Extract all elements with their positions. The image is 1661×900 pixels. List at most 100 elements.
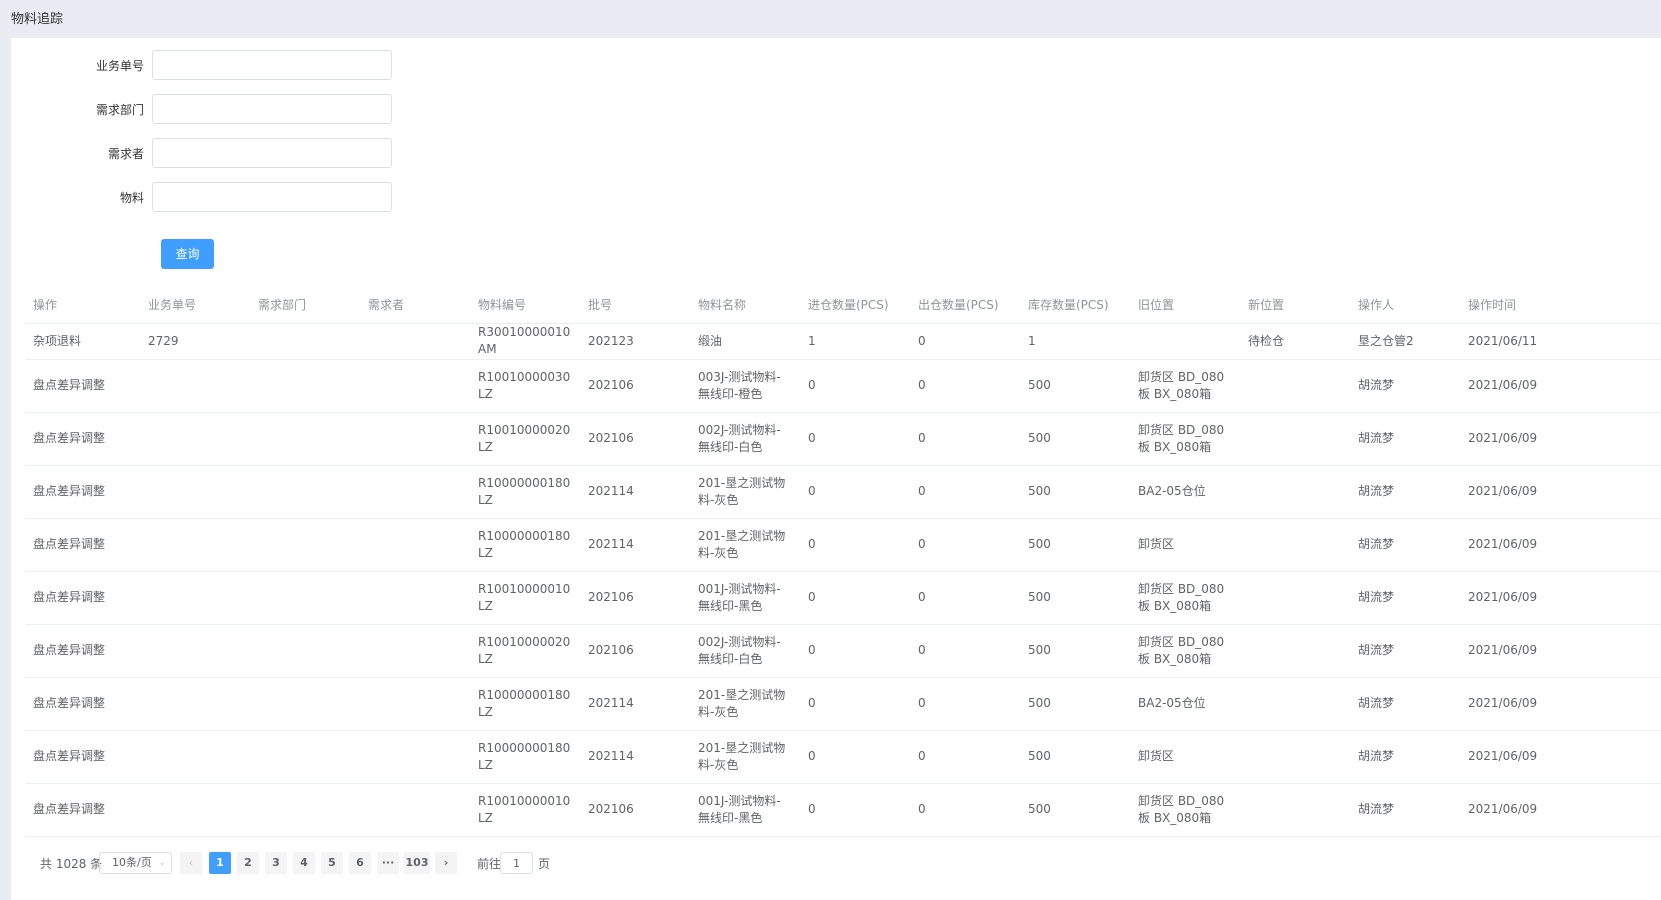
column-header: 操作时间: [1460, 287, 1661, 324]
table-cell: 0: [910, 359, 1020, 413]
table-cell: 003J-测试物料-無线印-橙色: [690, 359, 800, 413]
table-cell: 0: [910, 730, 1020, 784]
page-title: 物料追踪: [11, 12, 64, 27]
table-cell: 0: [910, 412, 1020, 466]
table-row: 盘点差异调整 R10010000010LZ 202106 001J-测试物料-無线印-…: [25, 571, 1661, 625]
table-cell: 卸货区 BD_080板 BX_080箱: [1130, 571, 1240, 625]
table-cell: [250, 624, 360, 678]
table-cell: 0: [910, 571, 1020, 625]
table-row: 盘点差异调整 R10010000010LZ 202106 001J-测试物料-無线印-…: [25, 783, 1661, 837]
table-cell: [140, 677, 250, 731]
column-header: 需求者: [360, 287, 470, 324]
table-cell: 001J-测试物料-無线印-黑色: [690, 783, 800, 837]
table-cell: 0: [800, 359, 910, 413]
requester-input[interactable]: [152, 138, 392, 168]
table-cell: 1: [1020, 323, 1130, 360]
table-cell: 002J-测试物料-無线印-白色: [690, 412, 800, 466]
main-panel: 业务单号 需求部门 需求者 物料 查询 操作 业务单号 需求部门 需求者 物料编…: [11, 38, 1661, 900]
table-row: 杂项退料 2729 R30010000010AM 202123 缎油 1 0 1 待检仓 垦之仓管…: [25, 323, 1661, 360]
table-cell: 201-垦之测试物料-灰色: [690, 730, 800, 784]
page-button-103[interactable]: 103: [404, 852, 430, 874]
material-input[interactable]: [152, 182, 392, 212]
table-row: 盘点差异调整 R10010000020LZ 202106 002J-测试物料-無线印-…: [25, 624, 1661, 678]
goto-unit: 页: [538, 857, 551, 871]
table-cell: 盘点差异调整: [25, 571, 140, 625]
table-cell: 胡流梦: [1350, 518, 1460, 572]
page-button-3[interactable]: 3: [265, 852, 287, 874]
table-cell: [250, 465, 360, 519]
tracking-table: 操作 业务单号 需求部门 需求者 物料编号 批号 物料名称 进仓数量(PCS) …: [25, 287, 1661, 837]
table-row: 盘点差异调整 R10000000180LZ 202114 201-垦之测试物料-灰色 0…: [25, 677, 1661, 731]
table-cell: 201-垦之测试物料-灰色: [690, 677, 800, 731]
table-cell: [250, 730, 360, 784]
table-cell: 盘点差异调整: [25, 730, 140, 784]
table-cell: [140, 465, 250, 519]
table-cell: R10000000180LZ: [470, 677, 580, 731]
page-button-1[interactable]: 1: [209, 852, 231, 874]
table-cell: 2021/06/09: [1460, 677, 1661, 731]
table-cell: 202114: [580, 677, 690, 731]
table-cell: R10000000180LZ: [470, 518, 580, 572]
table-cell: 0: [910, 677, 1020, 731]
table-cell: 垦之仓管2: [1350, 323, 1460, 360]
goto-page-input[interactable]: [500, 852, 533, 874]
table-cell: 2021/06/09: [1460, 518, 1661, 572]
table-cell: [250, 783, 360, 837]
table-cell: [360, 783, 470, 837]
table-cell: 500: [1020, 783, 1130, 837]
next-page-button[interactable]: ›: [435, 852, 457, 874]
table-cell: 2021/06/09: [1460, 783, 1661, 837]
department-input[interactable]: [152, 94, 392, 124]
table-cell: 001J-测试物料-無线印-黑色: [690, 571, 800, 625]
table-row: 盘点差异调整 R10000000180LZ 202114 201-垦之测试物料-灰色 0…: [25, 730, 1661, 784]
table-cell: 202106: [580, 412, 690, 466]
material-label: 物料: [119, 190, 144, 205]
table-cell: 0: [910, 465, 1020, 519]
query-button[interactable]: 查询: [161, 239, 214, 269]
table-cell: [360, 412, 470, 466]
table-cell: BA2-05仓位: [1130, 465, 1240, 519]
table-cell: [1240, 518, 1350, 572]
table-cell: R10010000020LZ: [470, 624, 580, 678]
table-cell: 卸货区 BD_080板 BX_080箱: [1130, 359, 1240, 413]
table-cell: [250, 323, 360, 360]
table-cell: 0: [800, 518, 910, 572]
table-cell: 0: [910, 518, 1020, 572]
table-cell: [1240, 783, 1350, 837]
table-cell: [1240, 730, 1350, 784]
table-cell: 胡流梦: [1350, 412, 1460, 466]
form-row-material: 物料: [11, 182, 392, 212]
table-cell: 0: [800, 571, 910, 625]
table-cell: 盘点差异调整: [25, 412, 140, 466]
column-header: 旧位置: [1130, 287, 1240, 324]
table-cell: 500: [1020, 359, 1130, 413]
table-cell: 2021/06/09: [1460, 412, 1661, 466]
table-cell: 2021/06/11: [1460, 323, 1661, 360]
page-button-5[interactable]: 5: [321, 852, 343, 874]
table-cell: [140, 624, 250, 678]
page-button-6[interactable]: 6: [349, 852, 371, 874]
table-cell: 0: [910, 323, 1020, 360]
table-cell: 盘点差异调整: [25, 518, 140, 572]
table-cell: 胡流梦: [1350, 783, 1460, 837]
table-cell: [360, 359, 470, 413]
page-size-select[interactable]: 10条/页 ⌄: [99, 852, 172, 874]
table-cell: 500: [1020, 412, 1130, 466]
order-no-input[interactable]: [152, 50, 392, 80]
table-cell: 0: [800, 730, 910, 784]
table-cell: 500: [1020, 730, 1130, 784]
column-header: 操作人: [1350, 287, 1460, 324]
table-cell: 0: [800, 624, 910, 678]
table-cell: 201-垦之测试物料-灰色: [690, 465, 800, 519]
page-button-2[interactable]: 2: [237, 852, 259, 874]
table-cell: [250, 412, 360, 466]
table-cell: 胡流梦: [1350, 624, 1460, 678]
table-cell: [250, 571, 360, 625]
page-button-4[interactable]: 4: [293, 852, 315, 874]
more-pages-button[interactable]: ···: [377, 852, 399, 874]
table-cell: [140, 359, 250, 413]
prev-page-button[interactable]: ‹: [180, 852, 202, 874]
table-cell: [250, 677, 360, 731]
table-cell: [140, 730, 250, 784]
column-header: 批号: [580, 287, 690, 324]
